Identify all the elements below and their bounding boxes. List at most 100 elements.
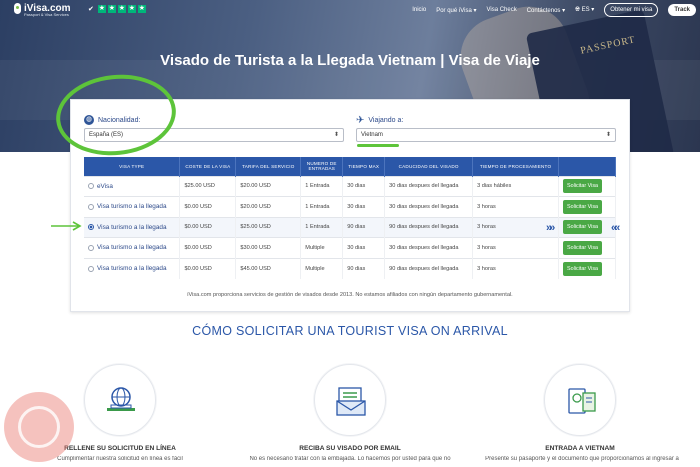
nav-link-visa-check[interactable]: Visa Check — [486, 7, 516, 13]
service-fee: $30.00 USD — [235, 237, 302, 258]
max-stay: 30 dias — [342, 237, 386, 258]
visa-cost: $0.00 USD — [179, 257, 237, 279]
expiry: 30 dias despues del llegada — [384, 175, 474, 197]
watermark-badge — [4, 392, 74, 462]
apply-visa-button[interactable]: Solicitar Visa — [562, 261, 603, 276]
col-visa-cost: COSTE DE LA VISA — [179, 157, 237, 176]
apply-visa-button[interactable]: Solicitar Visa — [562, 179, 603, 194]
highlight-underline-annotation — [357, 144, 399, 147]
apply-visa-button[interactable]: Solicitar Visa — [562, 240, 603, 255]
expiry: 90 dias despues del llegada — [384, 216, 474, 238]
step-2-text: No es necesario tratar con la embajada. … — [249, 456, 451, 462]
destination-value: Vietnam — [361, 132, 383, 138]
visa-type-label: Visa turismo a la llegada — [97, 223, 167, 231]
col-max-stay: TIEMPO MAX — [342, 157, 386, 176]
step-3-text: Presente su pasaporte y el documento que… — [485, 456, 679, 462]
green-arrow-annotation — [51, 221, 82, 231]
watermark-ring — [18, 406, 60, 448]
nav-link-contact[interactable]: Contáctenos ▾ — [527, 7, 565, 14]
entries: 1 Entrada — [300, 175, 344, 197]
step-3-circle — [544, 364, 616, 436]
apply-visa-button[interactable]: Solicitar Visa — [562, 220, 603, 235]
star-icon: ★ — [137, 5, 146, 13]
col-entries: NUMERO DE ENTRADAS — [300, 157, 344, 176]
select-caret-icon: ⬍ — [605, 132, 611, 138]
visa-type-option[interactable]: Visa turismo a la llegada — [88, 203, 179, 210]
nav-links: Inicio Por qué iVisa ▾ Visa Check Contác… — [412, 3, 696, 17]
col-action — [558, 157, 617, 176]
nav-link-inicio[interactable]: Inicio — [412, 7, 426, 13]
step-2-title: RECIBA SU VISADO POR EMAIL — [299, 445, 401, 452]
apply-visa-button[interactable]: Solicitar Visa — [562, 199, 603, 214]
visa-type-option[interactable]: Visa turismo a la llegada — [88, 265, 179, 272]
table-row-selected[interactable]: Visa turismo a la llegada $0.00 USD $25.… — [84, 216, 617, 238]
select-caret-icon: ⬍ — [333, 132, 339, 138]
expiry: 30 dias despues del llegada — [384, 237, 474, 258]
processing-time: 3 dias hábiles — [472, 175, 559, 197]
globe-icon: 🌐︎ — [575, 7, 580, 13]
visa-type-option[interactable]: Visa turismo a la llegada — [88, 224, 179, 231]
star-icon: ★ — [107, 5, 116, 13]
step-3-title: ENTRADA A VIETNAM — [545, 445, 615, 452]
track-button[interactable]: Track — [668, 4, 696, 16]
get-visa-button[interactable]: Obtener mi visa — [604, 3, 659, 17]
airplane-icon: ✈ — [356, 115, 365, 126]
travel-label-text: Viajando a: — [368, 117, 404, 124]
service-fee: $20.00 USD — [235, 175, 302, 197]
how-to-title: CÓMO SOLICITAR UNA TOURIST VISA ON ARRIV… — [192, 324, 508, 338]
expiry: 30 dias despues del llegada — [384, 196, 474, 217]
entries: Multiple — [300, 257, 344, 279]
nav-link-why-ivisa[interactable]: Por qué iVisa ▾ — [436, 7, 476, 14]
step-1-circle — [84, 364, 156, 436]
visa-type-label: eVisa — [97, 182, 113, 190]
visa-cost: $25.00 USD — [179, 175, 237, 197]
service-fee: $20.00 USD — [235, 196, 302, 217]
radio-button[interactable] — [88, 244, 94, 251]
visa-options-table: VISA TYPE COSTE DE LA VISA TARIFA DEL SE… — [84, 157, 617, 279]
max-stay: 90 dias — [342, 257, 386, 279]
radio-button[interactable] — [88, 203, 94, 210]
processing-time: 3 horas — [472, 196, 559, 217]
destination-select[interactable]: Vietnam ⬍ — [356, 128, 616, 142]
table-row[interactable]: Visa turismo a la llegada $0.00 USD $30.… — [84, 237, 617, 258]
expiry: 90 dias despues del llegada — [384, 257, 474, 279]
col-service-fee: TARIFA DEL SERVICIO — [235, 157, 302, 176]
processing-time: 3 horas — [472, 257, 559, 279]
table-row[interactable]: Visa turismo a la llegada $0.00 USD $20.… — [84, 196, 617, 217]
trustpilot-icon: ✔ — [88, 6, 94, 13]
table-row[interactable]: Visa turismo a la llegada $0.00 USD $45.… — [84, 257, 617, 279]
visa-cost: $0.00 USD — [179, 196, 237, 217]
disclaimer-text: iVisa.com proporciona servicios de gesti… — [187, 292, 513, 298]
visa-type-label: Visa turismo a la llegada — [97, 203, 167, 211]
col-visa-type: VISA TYPE — [84, 157, 181, 176]
entries: Multiple — [300, 237, 344, 258]
brand-tagline: Passport & Visa Services — [24, 12, 69, 17]
max-stay: 90 dias — [342, 216, 386, 238]
service-fee: $45.00 USD — [235, 257, 302, 279]
double-chevron-left-icon: «« — [611, 222, 620, 234]
step-2-circle — [314, 364, 386, 436]
entries: 1 Entrada — [300, 196, 344, 217]
radio-button-selected[interactable] — [88, 224, 94, 231]
nav-link-label: Por qué iVisa — [436, 7, 472, 14]
star-icon: ★ — [97, 5, 106, 13]
nav-link-label: Contáctenos — [526, 7, 561, 14]
col-expiry: CADUCIDAD DEL VISADO — [384, 157, 474, 176]
visa-cost: $0.00 USD — [179, 216, 237, 238]
double-chevron-right-icon: »» — [546, 222, 555, 234]
trustpilot-rating[interactable]: ✔ ★ ★ ★ ★ ★ — [88, 5, 146, 13]
col-processing: TIEMPO DE PROCESAMIENTO — [472, 157, 559, 176]
language-selector[interactable]: 🌐︎ ES ▾ — [575, 6, 594, 14]
laptop-globe-icon — [107, 387, 135, 411]
star-icon: ★ — [127, 5, 136, 13]
language-label: ES — [581, 7, 590, 13]
table-row[interactable]: eVisa $25.00 USD $20.00 USD 1 Entrada 30… — [84, 175, 617, 197]
passport-ticket-icon — [568, 388, 596, 414]
radio-button[interactable] — [88, 265, 94, 272]
chevron-down-icon: ▾ — [473, 7, 477, 14]
visa-type-option[interactable]: eVisa — [88, 183, 179, 190]
email-document-icon — [336, 387, 366, 416]
visa-type-option[interactable]: Visa turismo a la llegada — [88, 244, 179, 251]
radio-button[interactable] — [88, 183, 94, 190]
visa-type-label: Visa turismo a la llegada — [97, 265, 167, 272]
